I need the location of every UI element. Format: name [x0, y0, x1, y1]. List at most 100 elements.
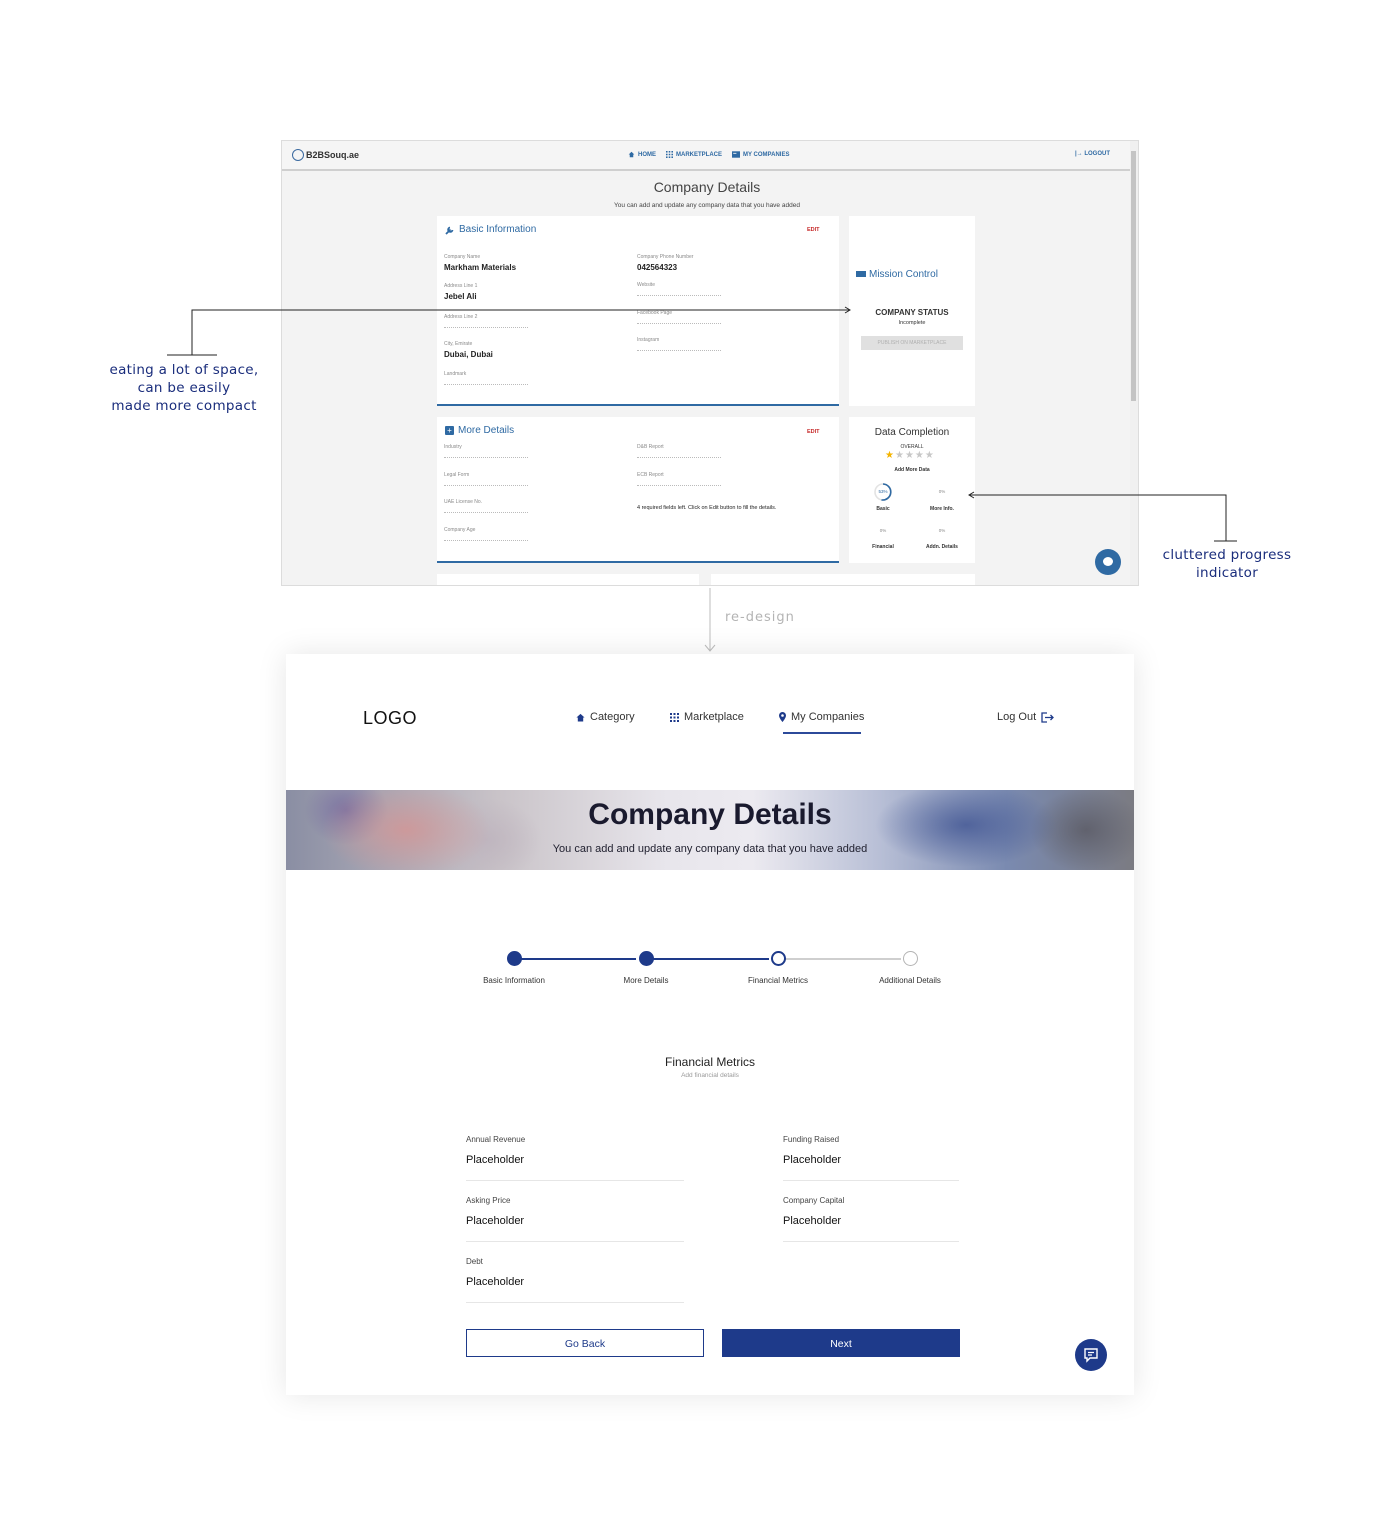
annotation-right: cluttered progress indicator: [1162, 547, 1292, 581]
old-star-rating: ★★★★★: [885, 450, 935, 461]
field-asking-price[interactable]: Asking Price Placeholder: [466, 1196, 684, 1242]
nav-active-indicator: [783, 732, 861, 734]
old-chat-button[interactable]: [1095, 549, 1121, 575]
star-icon: ★: [894, 450, 905, 461]
globe-icon: [292, 149, 304, 161]
old-nav: HOME MARKETPLACE MY COMPANIES: [628, 151, 789, 158]
step-dot-financial-metrics[interactable]: [771, 951, 786, 966]
card-icon: [732, 151, 740, 158]
new-ui-mockup: LOGO Category Marketplace My Companies L…: [286, 654, 1134, 1395]
section-title: Financial Metrics: [664, 1055, 756, 1069]
old-more-details-title: + More Details: [445, 425, 514, 436]
old-financial-percent: 0%: [879, 528, 887, 533]
old-company-status-label: COMPANY STATUS: [875, 308, 949, 317]
old-field-address1: Address Line 1 Jebel Ali: [444, 283, 478, 301]
old-field-address2: Address Line 2: [444, 314, 528, 328]
step-dot-more-details[interactable]: [639, 951, 654, 966]
logout-arrow-icon: |→: [1074, 151, 1085, 157]
old-nav-home[interactable]: HOME: [628, 151, 656, 158]
step-dot-basic-information[interactable]: [507, 951, 522, 966]
chat-bubble-icon: [1084, 1348, 1098, 1363]
next-button[interactable]: Next: [722, 1329, 960, 1357]
old-addn-percent: 0%: [938, 528, 946, 533]
field-company-capital[interactable]: Company Capital Placeholder: [783, 1196, 959, 1242]
step-connector-2: [653, 958, 769, 960]
old-mission-control-title: Mission Control: [856, 269, 938, 280]
nav-category[interactable]: Category: [576, 711, 635, 723]
wrench-icon: [445, 226, 454, 235]
old-add-more-data-link[interactable]: Add More Data: [849, 467, 975, 473]
old-required-note: 4 required fields left. Click on Edit bu…: [637, 505, 777, 511]
old-additional-card-partial: [711, 574, 975, 585]
old-basic-percent: 53%: [878, 489, 888, 494]
old-moreinfo-percent: 0%: [938, 489, 946, 494]
star-icon: ★: [924, 450, 935, 461]
field-funding-raised[interactable]: Funding Raised Placeholder: [783, 1135, 959, 1181]
old-field-landmark: Landmark: [444, 371, 528, 385]
old-basic-info-card: Basic Information EDIT Company Name Markh…: [437, 216, 839, 406]
go-back-button[interactable]: Go Back: [466, 1329, 704, 1357]
plus-box-icon: +: [445, 426, 454, 435]
old-data-completion-title: Data Completion: [874, 427, 950, 438]
redesign-label: re-design: [725, 610, 795, 625]
old-field-facebook: Facebook Page: [637, 310, 721, 324]
old-more-edit-link[interactable]: EDIT: [807, 429, 820, 435]
step-connector-3: [785, 958, 901, 960]
old-more-details-card: + More Details EDIT Industry D&B Report …: [437, 417, 839, 563]
section-subtitle: Add financial details: [681, 1072, 739, 1079]
id-card-icon: [856, 271, 866, 278]
old-field-license: UAE License No.: [444, 499, 528, 513]
old-field-instagram: Instagram: [637, 337, 721, 351]
old-topbar: B2BSouq.ae HOME MARKETPLACE MY COMPANIES…: [282, 141, 1132, 171]
old-financial-card-partial: [437, 574, 699, 585]
old-page-title: Company Details: [653, 179, 761, 195]
old-field-website: Website: [637, 282, 721, 296]
nav-marketplace[interactable]: Marketplace: [670, 711, 744, 723]
old-field-dnb: D&B Report: [637, 444, 721, 458]
logout-icon: [1041, 711, 1055, 723]
new-logo[interactable]: LOGO: [363, 708, 417, 729]
old-page-subtitle: You can add and update any company data …: [614, 202, 800, 209]
hero-title: Company Details: [588, 798, 832, 831]
nav-my-companies[interactable]: My Companies: [779, 711, 864, 723]
old-data-completion-card: Data Completion OVERALL ★★★★★ Add More D…: [849, 417, 975, 563]
old-field-industry: Industry: [444, 444, 528, 458]
star-icon: ★: [904, 450, 915, 461]
step-connector-1: [521, 958, 636, 960]
old-basic-info-title: Basic Information: [445, 224, 536, 235]
field-annual-revenue[interactable]: Annual Revenue Placeholder: [466, 1135, 684, 1181]
star-icon: ★: [914, 450, 925, 461]
old-basic-edit-link[interactable]: EDIT: [807, 227, 820, 233]
old-brand-name: B2BSouq.ae: [306, 150, 360, 160]
logout-button[interactable]: Log Out: [997, 711, 1055, 723]
step-label-additional-details[interactable]: Additional Details: [855, 976, 965, 985]
old-field-city: City, Emirate Dubai, Dubai: [444, 341, 493, 359]
step-label-more-details[interactable]: More Details: [591, 976, 701, 985]
old-logout-link[interactable]: |→ LOGOUT: [1075, 151, 1110, 157]
old-mission-control-card: Mission Control COMPANY STATUS Incomplet…: [849, 216, 975, 406]
old-ui-screenshot: B2BSouq.ae HOME MARKETPLACE MY COMPANIES…: [281, 140, 1139, 586]
grid-icon: [666, 151, 673, 158]
location-pin-icon: [779, 712, 786, 722]
old-field-company-age: Company Age: [444, 527, 528, 541]
old-financial-label: Financial: [872, 544, 894, 550]
step-label-basic-information[interactable]: Basic Information: [459, 976, 569, 985]
hero-banner: Company Details You can add and update a…: [286, 790, 1134, 870]
old-brand-logo[interactable]: B2BSouq.ae: [292, 149, 359, 161]
old-publish-button[interactable]: PUBLISH ON MARKETPLACE: [861, 336, 963, 350]
old-field-phone: Company Phone Number 042564323: [637, 254, 694, 272]
step-label-financial-metrics[interactable]: Financial Metrics: [723, 976, 833, 985]
old-nav-marketplace[interactable]: MARKETPLACE: [666, 151, 722, 158]
step-dot-additional-details[interactable]: [903, 951, 918, 966]
old-addn-label: Addn. Details: [926, 544, 958, 550]
chat-button[interactable]: [1075, 1339, 1107, 1371]
home-icon: [628, 151, 635, 158]
grid-icon: [670, 712, 679, 722]
hero-subtitle: You can add and update any company data …: [552, 843, 868, 855]
field-debt[interactable]: Debt Placeholder: [466, 1257, 684, 1303]
old-nav-my-companies[interactable]: MY COMPANIES: [732, 151, 789, 158]
home-icon: [576, 713, 585, 722]
old-moreinfo-label: More Info.: [930, 506, 954, 512]
star-icon: ★: [885, 450, 895, 461]
old-field-company-name: Company Name Markham Materials: [444, 254, 517, 272]
